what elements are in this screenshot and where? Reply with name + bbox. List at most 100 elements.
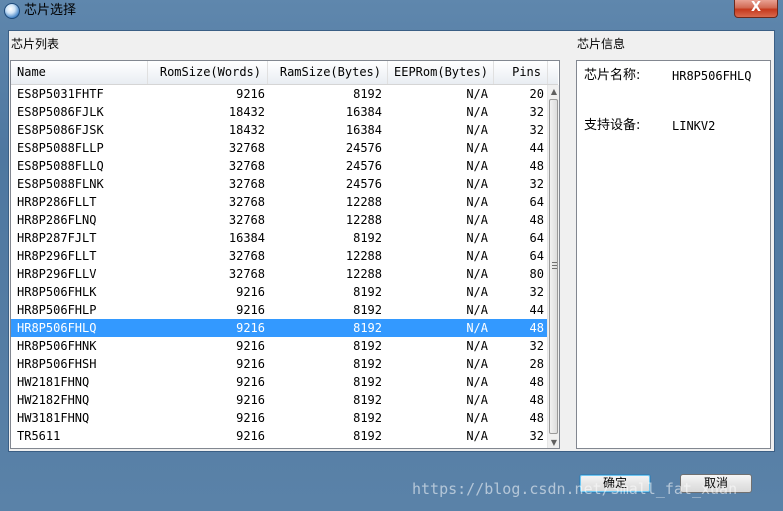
cell-pins: 20	[529, 87, 544, 101]
table-row[interactable]: HW2182FHNQ 9216 8192 N/A 48	[11, 391, 547, 409]
table-row[interactable]: HR8P287FJLT 16384 8192 N/A 64	[11, 229, 547, 247]
cell-eeprom: N/A	[466, 123, 488, 137]
cell-ramsize: 16384	[345, 105, 382, 119]
cell-name: ES8P5088FLLP	[17, 141, 104, 155]
cell-ramsize: 24576	[345, 141, 382, 155]
cell-name: HR8P296FLLT	[17, 249, 97, 263]
chip-select-window: 芯片选择 X 芯片列表 芯片信息 Name RomSize(Words) Ram…	[0, 0, 783, 511]
table-row[interactable]: ES8P5088FLLP 32768 24576 N/A 44	[11, 139, 547, 157]
cell-pins: 48	[529, 321, 544, 335]
grip-line	[552, 265, 557, 266]
table-row[interactable]: HR8P296FLLT 32768 12288 N/A 64	[11, 247, 547, 265]
table-row[interactable]: HW3181FHNQ 9216 8192 N/A 48	[11, 409, 547, 427]
cell-ramsize: 8192	[353, 429, 382, 443]
table-row[interactable]: ES8P5088FLNK 32768 24576 N/A 32	[11, 175, 547, 193]
cell-pins: 32	[529, 429, 544, 443]
chip-name-value: HR8P506FHLQ	[672, 69, 752, 83]
cell-name: HR8P506FHSH	[17, 357, 97, 371]
vertical-scrollbar[interactable]: ▲ ▼	[547, 85, 559, 448]
window-title: 芯片选择	[24, 3, 77, 18]
cell-ramsize: 12288	[345, 195, 382, 209]
cell-pins: 48	[529, 213, 544, 227]
chip-table[interactable]: Name RomSize(Words) RamSize(Bytes) EEPRo…	[10, 60, 560, 449]
cell-romsize: 9216	[236, 87, 265, 101]
chip-name-label: 芯片名称:	[584, 68, 641, 83]
chip-info-title: 芯片信息	[577, 37, 626, 51]
cell-romsize: 32768	[228, 213, 265, 227]
table-row[interactable]: HR8P506FHLP 9216 8192 N/A 44	[11, 301, 547, 319]
cell-ramsize: 16384	[345, 123, 382, 137]
column-header-ramsize[interactable]: RamSize(Bytes)	[268, 61, 388, 84]
cell-ramsize: 8192	[353, 231, 382, 245]
table-row[interactable]: HR8P506FHLQ 9216 8192 N/A 48	[11, 319, 547, 337]
cell-eeprom: N/A	[466, 411, 488, 425]
cell-ramsize: 24576	[345, 159, 382, 173]
cell-eeprom: N/A	[466, 321, 488, 335]
table-row[interactable]: ES8P5031FHTF 9216 8192 N/A 20	[11, 85, 547, 103]
table-row[interactable]: HR8P286FLLT 32768 12288 N/A 64	[11, 193, 547, 211]
cell-name: HR8P506FHNK	[17, 339, 97, 353]
cell-romsize: 9216	[236, 429, 265, 443]
cell-eeprom: N/A	[466, 177, 488, 191]
table-row[interactable]: HW2181FHNQ 9216 8192 N/A 48	[11, 373, 547, 391]
title-bar[interactable]: 芯片选择 X	[0, 0, 783, 22]
cell-pins: 32	[529, 285, 544, 299]
table-row[interactable]: TR5611 9216 8192 N/A 32	[11, 427, 547, 445]
cell-ramsize: 8192	[353, 321, 382, 335]
table-row[interactable]: ES8P5086FJSK 18432 16384 N/A 32	[11, 121, 547, 139]
cell-name: HR8P296FLLV	[17, 267, 97, 281]
cell-eeprom: N/A	[466, 87, 488, 101]
cell-romsize: 9216	[236, 285, 265, 299]
cell-name: ES8P5088FLLQ	[17, 159, 104, 173]
table-row[interactable]: ES8P5088FLLQ 32768 24576 N/A 48	[11, 157, 547, 175]
cell-eeprom: N/A	[466, 393, 488, 407]
cell-pins: 64	[529, 195, 544, 209]
cell-pins: 64	[529, 231, 544, 245]
cell-name: HW2182FHNQ	[17, 393, 90, 407]
table-row[interactable]: ES8P5086FJLK 18432 16384 N/A 32	[11, 103, 547, 121]
cell-pins: 48	[529, 159, 544, 173]
cell-name: HR8P506FHLK	[17, 285, 97, 299]
close-button[interactable]: X	[734, 0, 778, 18]
table-row[interactable]: HR8P506FHNK 9216 8192 N/A 32	[11, 337, 547, 355]
table-row[interactable]: HR8P506FHSH 9216 8192 N/A 28	[11, 355, 547, 373]
cell-eeprom: N/A	[466, 429, 488, 443]
column-header-pins[interactable]: Pins	[494, 61, 548, 84]
cell-romsize: 9216	[236, 375, 265, 389]
table-row[interactable]: HR8P506FHLK 9216 8192 N/A 32	[11, 283, 547, 301]
cell-pins: 44	[529, 303, 544, 317]
cell-pins: 80	[529, 267, 544, 281]
cell-ramsize: 24576	[345, 177, 382, 191]
chip-list-title: 芯片列表	[11, 37, 60, 51]
cell-ramsize: 8192	[353, 393, 382, 407]
cell-name: ES8P5086FJSK	[17, 123, 104, 137]
cell-ramsize: 8192	[353, 87, 382, 101]
scroll-down-icon[interactable]: ▼	[549, 438, 559, 448]
cell-romsize: 18432	[228, 123, 265, 137]
column-header-name[interactable]: Name	[11, 61, 148, 84]
cell-eeprom: N/A	[466, 105, 488, 119]
cell-name: ES8P5086FJLK	[17, 105, 104, 119]
cell-romsize: 9216	[236, 411, 265, 425]
cell-eeprom: N/A	[466, 231, 488, 245]
table-row[interactable]: HR8P286FLNQ 32768 12288 N/A 48	[11, 211, 547, 229]
column-header-romsize[interactable]: RomSize(Words)	[148, 61, 268, 84]
cell-romsize: 18432	[228, 105, 265, 119]
cell-eeprom: N/A	[466, 375, 488, 389]
cell-romsize: 9216	[236, 321, 265, 335]
cell-name: ES8P5088FLNK	[17, 177, 104, 191]
grip-line	[552, 268, 557, 269]
cell-eeprom: N/A	[466, 141, 488, 155]
column-header-eeprom[interactable]: EEPRom(Bytes)	[388, 61, 494, 84]
scroll-up-icon[interactable]: ▲	[549, 87, 559, 97]
cell-ramsize: 12288	[345, 249, 382, 263]
cell-romsize: 9216	[236, 339, 265, 353]
watermark-text: https://blog.csdn.net/Small_fat_xuan	[412, 480, 738, 498]
cell-pins: 32	[529, 177, 544, 191]
table-row[interactable]: HR8P296FLLV 32768 12288 N/A 80	[11, 265, 547, 283]
cell-eeprom: N/A	[466, 339, 488, 353]
cell-romsize: 32768	[228, 249, 265, 263]
cell-pins: 64	[529, 249, 544, 263]
cell-pins: 32	[529, 339, 544, 353]
scroll-thumb[interactable]	[549, 99, 558, 434]
